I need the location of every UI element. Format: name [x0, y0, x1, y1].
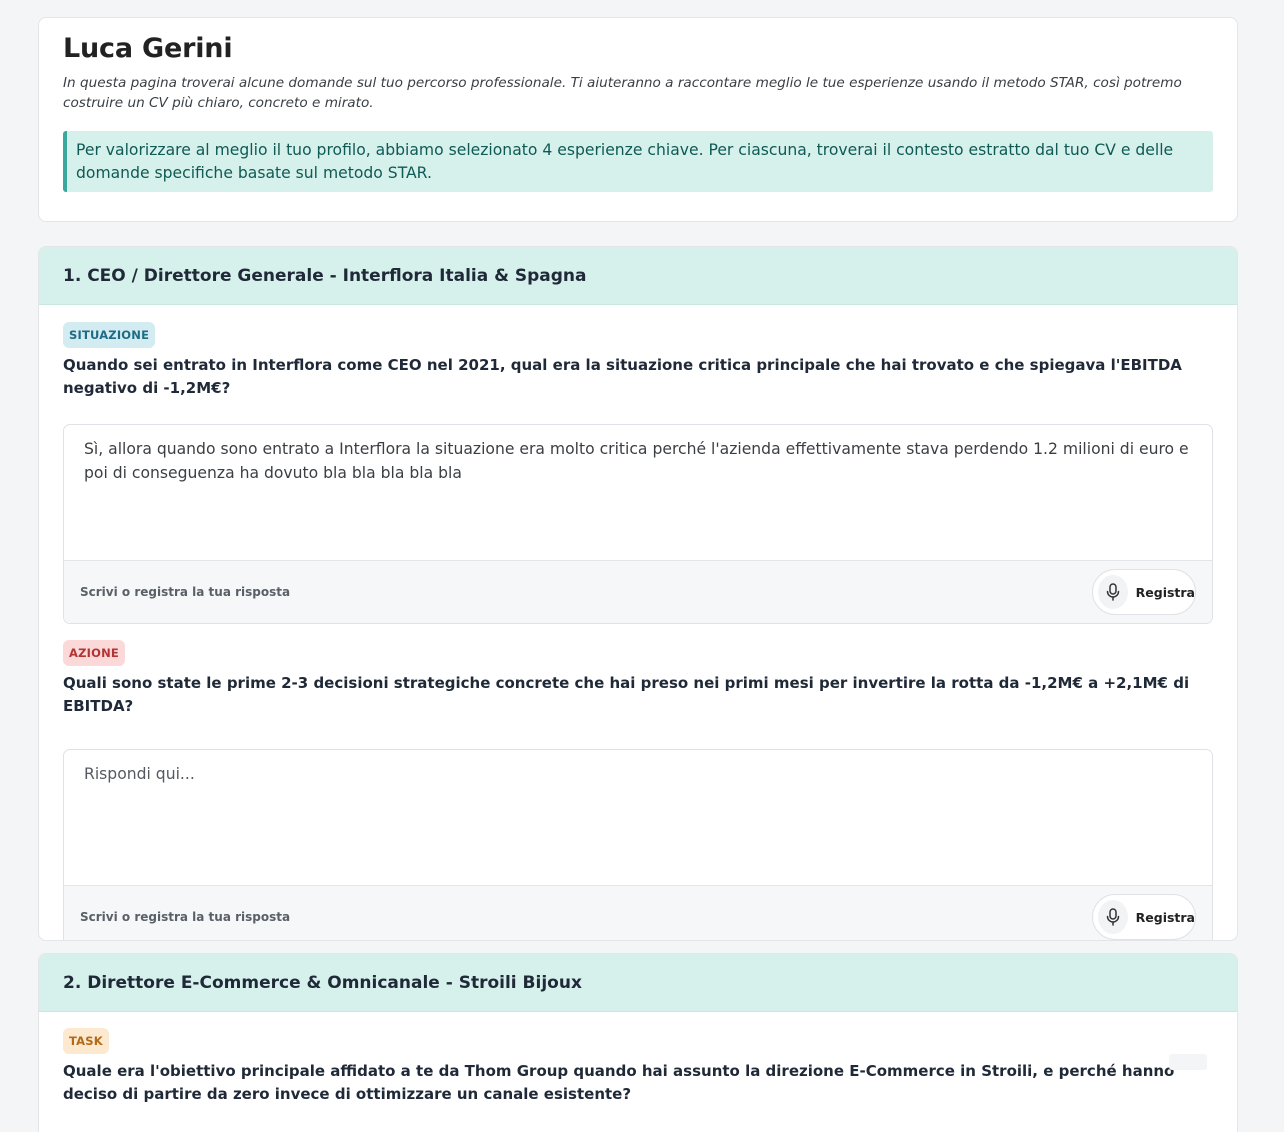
answer-hint: Scrivi o registra la tua risposta [80, 585, 291, 599]
star-tag-task: TASK [63, 1028, 109, 1054]
record-button[interactable]: Registra [1092, 569, 1196, 615]
intro-lead: In questa pagina troverai alcune domande… [63, 75, 1182, 111]
star-tag-azione: AZIONE [63, 640, 125, 666]
microphone-icon [1098, 575, 1128, 609]
answer-hint: Scrivi o registra la tua risposta [80, 910, 291, 924]
microphone-icon [1098, 900, 1128, 934]
record-label: Registra [1135, 909, 1195, 925]
question-block: TASK Quale era l'obiettivo principale af… [39, 1012, 1237, 1106]
page-title: Luca Gerini [63, 33, 233, 64]
answer-textarea[interactable]: Rispondi qui... [64, 750, 1212, 885]
section-header: 1. CEO / Direttore Generale - Interflora… [39, 247, 1237, 305]
section-title: 2. Direttore E-Commerce & Omnicanale - S… [63, 972, 582, 993]
star-tag-situazione: SITUAZIONE [63, 322, 156, 348]
answer-footer: Scrivi o registra la tua risposta Regist… [64, 885, 1212, 940]
experience-section-1: 1. CEO / Direttore Generale - Interflora… [38, 246, 1238, 941]
question-block: AZIONE Quali sono state le prime 2-3 dec… [39, 624, 1237, 940]
answer-footer: Scrivi o registra la tua risposta Regist… [64, 560, 1212, 623]
ghost-chip [1169, 1054, 1207, 1070]
question-block: SITUAZIONE Quando sei entrato in Interfl… [39, 305, 1237, 624]
question-text: Quando sei entrato in Interflora come CE… [63, 356, 1182, 397]
experience-section-2: 2. Direttore E-Commerce & Omnicanale - S… [38, 953, 1238, 1132]
section-title: 1. CEO / Direttore Generale - Interflora… [63, 265, 587, 286]
answer-box: Sì, allora quando sono entrato a Interfl… [63, 424, 1213, 624]
intro-card: Luca Gerini In questa pagina troverai al… [38, 17, 1238, 222]
answer-textarea[interactable]: Sì, allora quando sono entrato a Interfl… [64, 425, 1212, 560]
section-header: 2. Direttore E-Commerce & Omnicanale - S… [39, 954, 1237, 1012]
question-text: Quali sono state le prime 2-3 decisioni … [63, 674, 1190, 715]
record-button[interactable]: Registra [1092, 894, 1196, 940]
question-text: Quale era l'obiettivo principale affidat… [63, 1062, 1175, 1103]
answer-box: Rispondi qui... Scrivi o registra la tua… [63, 749, 1213, 940]
info-callout: Per valorizzare al meglio il tuo profilo… [63, 131, 1213, 192]
record-label: Registra [1135, 584, 1195, 600]
